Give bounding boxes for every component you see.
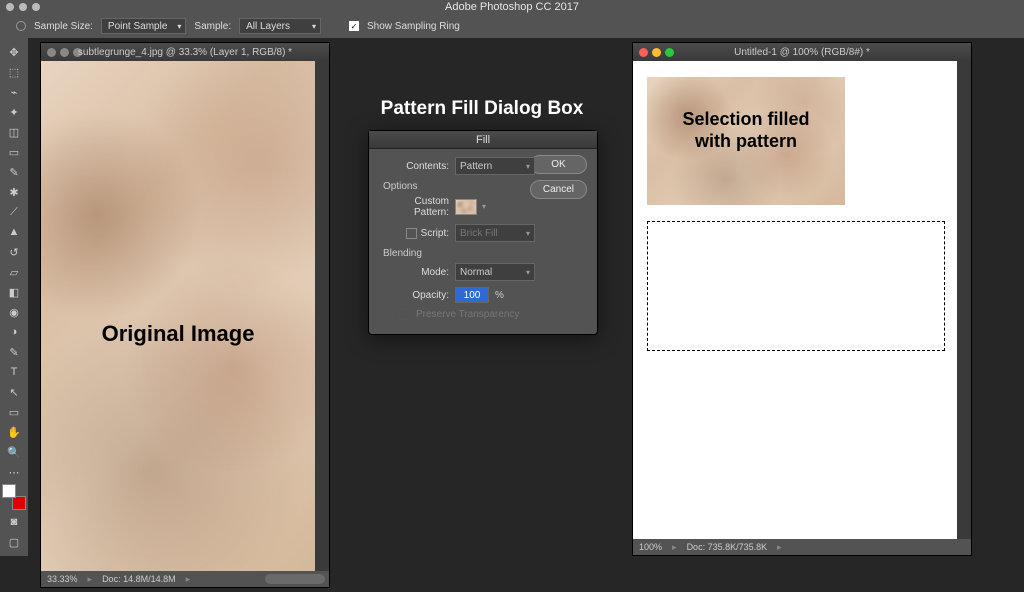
doc-info-right: Doc: 735.8K/735.8K [687,542,768,552]
scrollbar-vertical-left[interactable] [315,61,329,571]
canvas-right[interactable]: Selection filled with pattern [633,61,957,539]
opacity-unit: % [495,290,504,301]
scrollbar-horizontal-left[interactable] [265,574,325,584]
tool-dodge[interactable]: ◑ [2,322,26,342]
mode-value: Normal [460,267,492,278]
fill-dialog: Fill OK Cancel Contents: Pattern Options… [368,130,598,335]
traffic-dot [6,3,14,11]
window-traffic-lights [0,3,40,11]
tool-crop[interactable]: ◫ [2,122,26,142]
mode-dropdown[interactable]: Normal [455,263,535,281]
opacity-input[interactable] [455,287,489,303]
tool-frame[interactable]: ▭ [2,142,26,162]
zoom-level-left[interactable]: 33.33% [47,574,78,584]
preserve-transparency-label: Preserve Transparency [416,309,519,320]
custom-pattern-picker[interactable] [455,199,477,215]
custom-pattern-label: Custom Pattern: [379,196,449,218]
tool-history-brush[interactable]: ↺ [2,242,26,262]
tool-stamp[interactable]: ▲ [2,222,26,242]
foreground-color[interactable] [2,484,16,498]
ok-button[interactable]: OK [530,155,587,174]
tool-eraser[interactable]: ▱ [2,262,26,282]
minimize-icon[interactable] [652,48,661,57]
win-dot[interactable] [47,48,56,57]
contents-label: Contents: [379,161,449,172]
tool-lasso[interactable]: ⌁ [2,82,26,102]
sample-value: All Layers [246,21,290,32]
annotation-original-image: Original Image [41,321,315,347]
tool-quickmask[interactable]: ◙ [2,512,26,532]
tool-edit-toolbar[interactable]: ⋯ [2,462,26,482]
win-dot[interactable] [60,48,69,57]
tool-brush[interactable]: ⟋ [2,202,26,222]
script-dropdown: Brick Fill [455,224,535,242]
annotation-selection-filled: Selection filled with pattern [647,109,845,152]
marquee-selection [647,221,945,351]
scrollbar-vertical-right[interactable] [957,61,971,539]
tool-pen[interactable]: ✎ [2,342,26,362]
preserve-transparency-checkbox [399,309,410,320]
tool-marquee[interactable]: ⬚ [2,62,26,82]
tool-blur[interactable]: ◉ [2,302,26,322]
tool-move[interactable]: ✥ [2,42,26,62]
doc-info-left: Doc: 14.8M/14.8M [102,574,176,584]
zoom-icon[interactable] [665,48,674,57]
annotation-line1: Selection filled [682,109,809,129]
cancel-button[interactable]: Cancel [530,180,587,199]
tool-hand[interactable]: ✋ [2,422,26,442]
app-menubar: Adobe Photoshop CC 2017 [0,0,1024,14]
traffic-dot [32,3,40,11]
blending-section-label: Blending [383,248,587,259]
tool-screenmode[interactable]: ▢ [2,532,26,552]
show-sampling-ring-label: Show Sampling Ring [367,21,460,32]
document-title-left: subtlegrunge_4.jpg @ 33.3% (Layer 1, RGB… [78,47,292,58]
tool-shape[interactable]: ▭ [2,402,26,422]
opacity-label: Opacity: [379,290,449,301]
contents-dropdown[interactable]: Pattern [455,157,535,175]
eyedropper-proxy-icon [16,21,26,31]
document-titlebar-left[interactable]: subtlegrunge_4.jpg @ 33.3% (Layer 1, RGB… [41,43,329,61]
tool-type[interactable]: T [2,362,26,382]
filled-region: Selection filled with pattern [647,77,845,205]
sample-label: Sample: [194,21,231,32]
canvas-left[interactable]: Original Image [41,61,315,571]
contents-value: Pattern [460,161,492,172]
sample-dropdown[interactable]: All Layers [239,18,321,34]
close-icon[interactable] [639,48,648,57]
options-bar: Sample Size: Point Sample Sample: All La… [0,14,1024,38]
tool-heal[interactable]: ✱ [2,182,26,202]
document-title-right: Untitled-1 @ 100% (RGB/8#) * [734,47,870,58]
script-value: Brick Fill [460,228,498,239]
zoom-level-right[interactable]: 100% [639,542,662,552]
sample-size-label: Sample Size: [34,21,93,32]
tool-path[interactable]: ↖ [2,382,26,402]
annotation-line2: with pattern [695,131,797,151]
script-label: Script: [421,228,449,239]
tool-quick-select[interactable]: ✦ [2,102,26,122]
app-title: Adobe Photoshop CC 2017 [445,1,579,13]
background-color[interactable] [12,496,26,510]
tool-zoom[interactable]: 🔍 [2,442,26,462]
script-checkbox[interactable] [406,228,417,239]
fill-dialog-title[interactable]: Fill [369,131,597,149]
toolbox: ✥ ⬚ ⌁ ✦ ◫ ▭ ✎ ✱ ⟋ ▲ ↺ ▱ ◧ ◉ ◑ ✎ T ↖ ▭ ✋ … [0,38,28,556]
document-titlebar-right[interactable]: Untitled-1 @ 100% (RGB/8#) * [633,43,971,61]
show-sampling-ring-checkbox[interactable]: ✓ [349,21,359,31]
document-window-right: Untitled-1 @ 100% (RGB/8#) * Selection f… [632,42,972,556]
status-bar-right: 100% ▸ Doc: 735.8K/735.8K ▸ [633,539,971,555]
mode-label: Mode: [379,267,449,278]
document-window-left: subtlegrunge_4.jpg @ 33.3% (Layer 1, RGB… [40,42,330,588]
sample-size-value: Point Sample [108,21,167,32]
sample-size-dropdown[interactable]: Point Sample [101,18,186,34]
fg-bg-swatch[interactable] [2,484,26,510]
status-bar-left: 33.33% ▸ Doc: 14.8M/14.8M ▸ [41,571,329,587]
tool-gradient[interactable]: ◧ [2,282,26,302]
tool-eyedropper[interactable]: ✎ [2,162,26,182]
traffic-dot [19,3,27,11]
annotation-dialog-heading: Pattern Fill Dialog Box [362,98,602,120]
